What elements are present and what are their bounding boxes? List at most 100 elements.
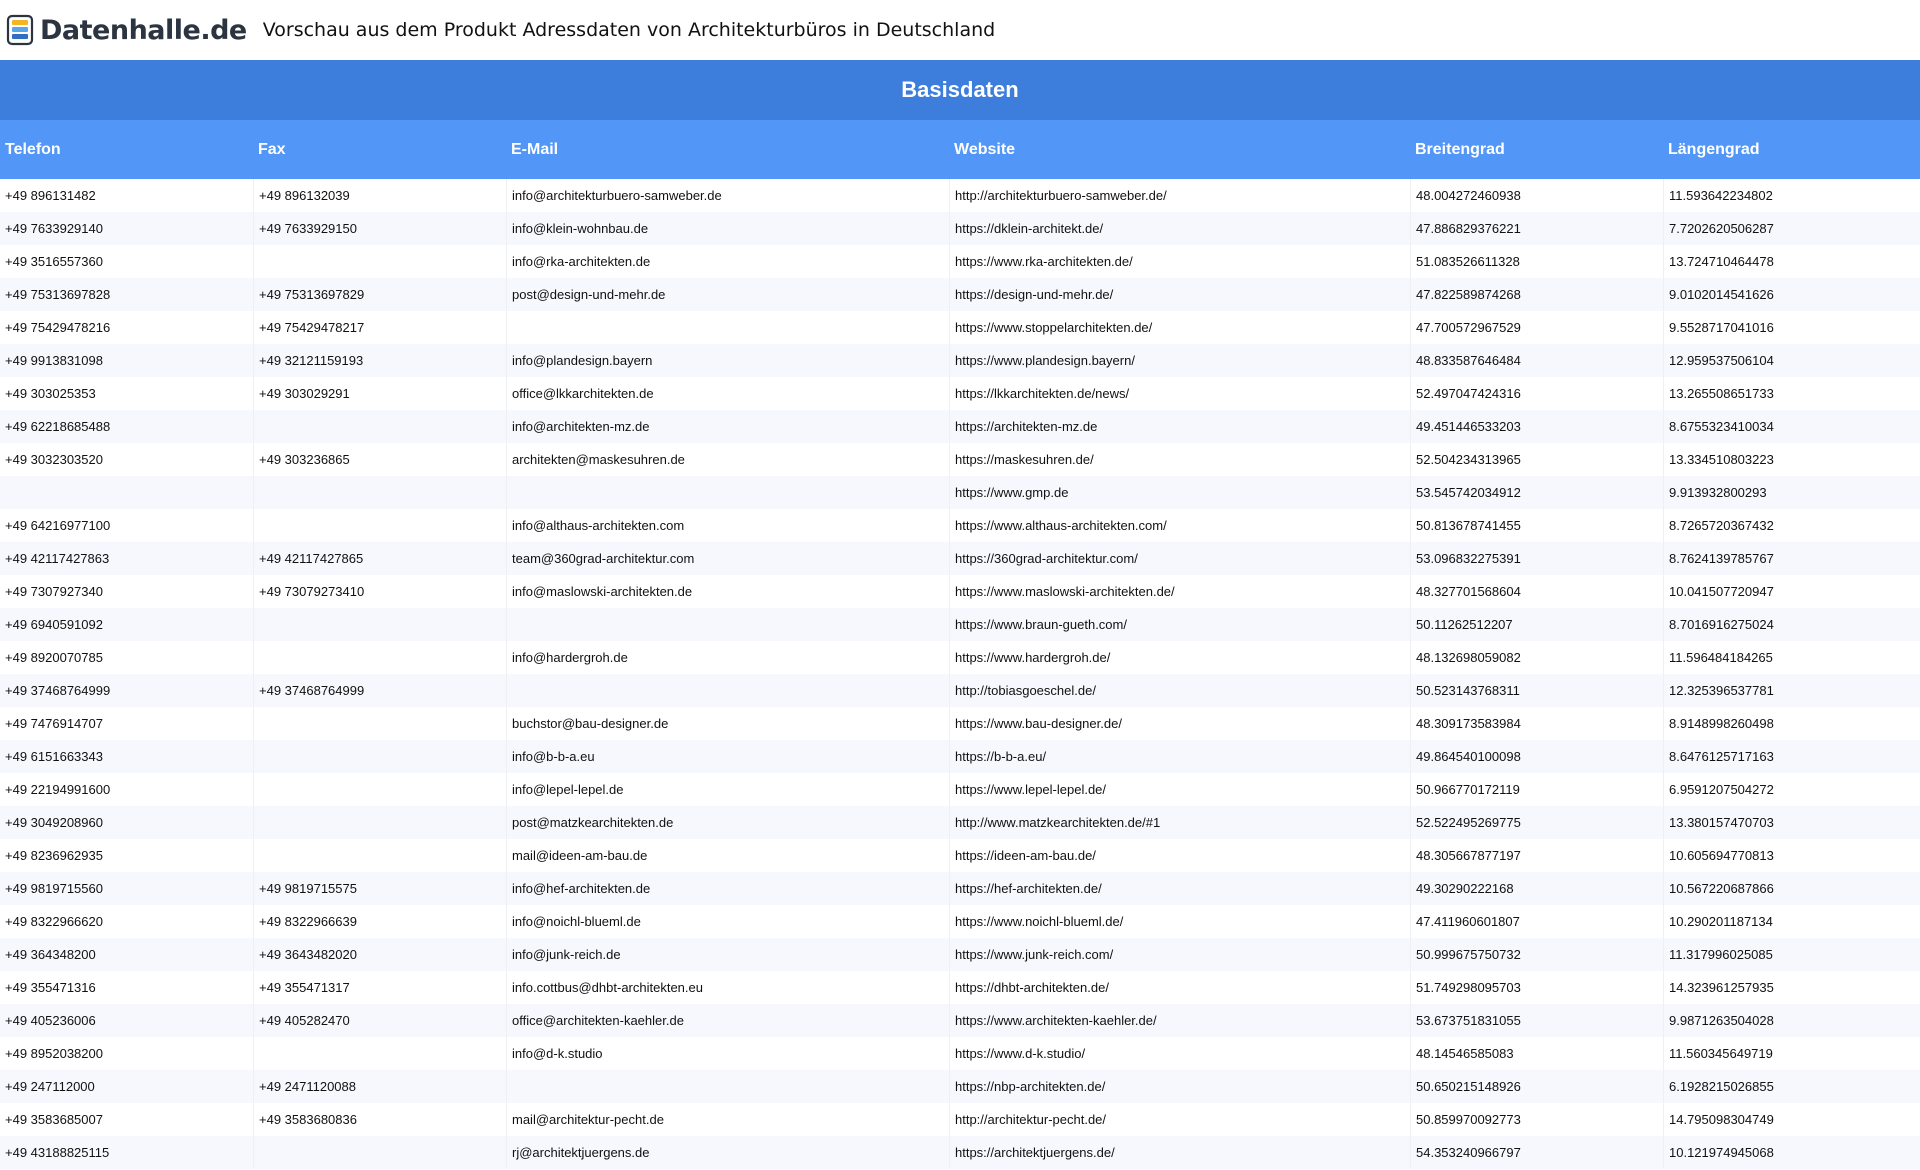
cell-laengengrad: 8.7016916275024 [1663, 608, 1920, 641]
logo[interactable]: Datenhalle.de [6, 13, 247, 47]
cell-website: https://hef-architekten.de/ [949, 872, 1410, 905]
cell-fax: +49 3643482020 [253, 938, 506, 971]
cell-website: https://www.bau-designer.de/ [949, 707, 1410, 740]
table-row: +49 22194991600 info@lepel-lepel.de https:… [0, 773, 1920, 806]
cell-breitengrad: 50.813678741455 [1410, 509, 1663, 542]
cell-email: post@matzkearchitekten.de [506, 806, 949, 839]
cell-telefon: +49 75313697828 [5, 287, 111, 302]
table-row: +49 7476914707 buchstor@bau-designer.de ht… [0, 707, 1920, 740]
column-header-telefon: Telefon [5, 140, 61, 158]
table-row: +49 6940591092 https://www.braun-gueth.co… [0, 608, 1920, 641]
cell-fax: +49 303236865 [253, 443, 506, 476]
cell-fax: +49 355471317 [253, 971, 506, 1004]
section-header: Basisdaten [0, 60, 1920, 120]
cell-fax [253, 410, 506, 443]
cell-laengengrad: 9.5528717041016 [1663, 311, 1920, 344]
cell-email: post@design-und-mehr.de [506, 278, 949, 311]
cell-telefon: +49 37468764999 [5, 683, 111, 698]
cell-telefon: +49 405236006 [5, 1013, 96, 1028]
top-bar: Datenhalle.de Vorschau aus dem Produkt A… [0, 0, 1920, 60]
page-title: Vorschau aus dem Produkt Adressdaten von… [262, 19, 996, 41]
cell-website: https://www.junk-reich.com/ [949, 938, 1410, 971]
cell-email: mail@architektur-pecht.de [506, 1103, 949, 1136]
cell-breitengrad: 47.886829376221 [1410, 212, 1663, 245]
cell-fax: +49 75313697829 [253, 278, 506, 311]
cell-email: office@lkkarchitekten.de [506, 377, 949, 410]
cell-telefon: +49 42117427863 [5, 551, 110, 566]
column-header-row: Telefon Fax E-Mail Website Breitengrad L… [0, 120, 1920, 179]
cell-website: https://lkkarchitekten.de/news/ [949, 377, 1410, 410]
cell-website: https://www.plandesign.bayern/ [949, 344, 1410, 377]
cell-breitengrad: 49.30290222168 [1410, 872, 1663, 905]
cell-telefon: +49 3049208960 [5, 815, 103, 830]
table-row: +49 247112000 +49 2471120088 https://nbp-a… [0, 1070, 1920, 1103]
cell-email: buchstor@bau-designer.de [506, 707, 949, 740]
cell-laengengrad: 14.795098304749 [1663, 1103, 1920, 1136]
table-body: +49 896131482 +49 896132039 info@architekt… [0, 179, 1920, 1169]
table-row: +49 64216977100 info@althaus-architekten.… [0, 509, 1920, 542]
cell-laengengrad: 12.325396537781 [1663, 674, 1920, 707]
cell-laengengrad: 8.9148998260498 [1663, 707, 1920, 740]
cell-website: https://www.maslowski-architekten.de/ [949, 575, 1410, 608]
table-row: +49 405236006 +49 405282470 office@archite… [0, 1004, 1920, 1037]
cell-fax: +49 405282470 [253, 1004, 506, 1037]
cell-fax [253, 707, 506, 740]
cell-email: info@plandesign.bayern [506, 344, 949, 377]
cell-laengengrad: 10.605694770813 [1663, 839, 1920, 872]
cell-telefon: +49 355471316 [5, 980, 96, 995]
cell-breitengrad: 52.504234313965 [1410, 443, 1663, 476]
cell-fax [253, 1136, 506, 1169]
cell-email: mail@ideen-am-bau.de [506, 839, 949, 872]
cell-breitengrad: 48.132698059082 [1410, 641, 1663, 674]
cell-email: info@noichl-blueml.de [506, 905, 949, 938]
table-row: +49 8236962935 mail@ideen-am-bau.de https:… [0, 839, 1920, 872]
cell-telefon: +49 7633929140 [5, 221, 103, 236]
cell-telefon: +49 9819715560 [5, 881, 103, 896]
cell-breitengrad: 53.673751831055 [1410, 1004, 1663, 1037]
cell-telefon: +49 6151663343 [5, 749, 103, 764]
table-row: +49 8920070785 info@hardergroh.de https://… [0, 641, 1920, 674]
table-row: +49 3032303520 +49 303236865 architekten@m… [0, 443, 1920, 476]
cell-laengengrad: 12.959537506104 [1663, 344, 1920, 377]
cell-breitengrad: 50.966770172119 [1410, 773, 1663, 806]
cell-email: info@lepel-lepel.de [506, 773, 949, 806]
cell-fax: +49 42117427865 [253, 542, 506, 575]
table-row: +49 364348200 +49 3643482020 info@junk-rei… [0, 938, 1920, 971]
cell-fax [253, 608, 506, 641]
cell-website: https://www.lepel-lepel.de/ [949, 773, 1410, 806]
cell-email: info@klein-wohnbau.de [506, 212, 949, 245]
database-stack-icon [6, 14, 34, 46]
cell-laengengrad: 11.560345649719 [1663, 1037, 1920, 1070]
cell-website: https://maskesuhren.de/ [949, 443, 1410, 476]
cell-laengengrad: 11.317996025085 [1663, 938, 1920, 971]
cell-breitengrad: 51.083526611328 [1410, 245, 1663, 278]
table-row: +49 3049208960 post@matzkearchitekten.de h… [0, 806, 1920, 839]
cell-website: http://architekturbuero-samweber.de/ [949, 179, 1410, 212]
cell-email [506, 608, 949, 641]
cell-email: info@architekten-mz.de [506, 410, 949, 443]
cell-telefon: +49 7476914707 [5, 716, 103, 731]
cell-website: https://www.althaus-architekten.com/ [949, 509, 1410, 542]
cell-laengengrad: 8.6476125717163 [1663, 740, 1920, 773]
cell-breitengrad: 51.749298095703 [1410, 971, 1663, 1004]
section-title: Basisdaten [901, 77, 1019, 102]
cell-breitengrad: 48.833587646484 [1410, 344, 1663, 377]
cell-breitengrad: 49.864540100098 [1410, 740, 1663, 773]
cell-fax: +49 3583680836 [253, 1103, 506, 1136]
cell-breitengrad: 48.305667877197 [1410, 839, 1663, 872]
cell-website: https://www.braun-gueth.com/ [949, 608, 1410, 641]
cell-laengengrad: 6.9591207504272 [1663, 773, 1920, 806]
cell-fax: +49 9819715575 [253, 872, 506, 905]
data-table: Basisdaten Telefon Fax E-Mail Website Br… [0, 60, 1920, 1169]
cell-email: info@althaus-architekten.com [506, 509, 949, 542]
cell-fax: +49 303029291 [253, 377, 506, 410]
cell-laengengrad: 10.290201187134 [1663, 905, 1920, 938]
cell-website: https://360grad-architektur.com/ [949, 542, 1410, 575]
cell-email: info@architekturbuero-samweber.de [506, 179, 949, 212]
cell-email: info.cottbus@dhbt-architekten.eu [506, 971, 949, 1004]
cell-breitengrad: 48.14546585083 [1410, 1037, 1663, 1070]
cell-laengengrad: 13.265508651733 [1663, 377, 1920, 410]
cell-breitengrad: 48.309173583984 [1410, 707, 1663, 740]
table-row: +49 355471316 +49 355471317 info.cottbus@d… [0, 971, 1920, 1004]
cell-website: https://architekten-mz.de [949, 410, 1410, 443]
